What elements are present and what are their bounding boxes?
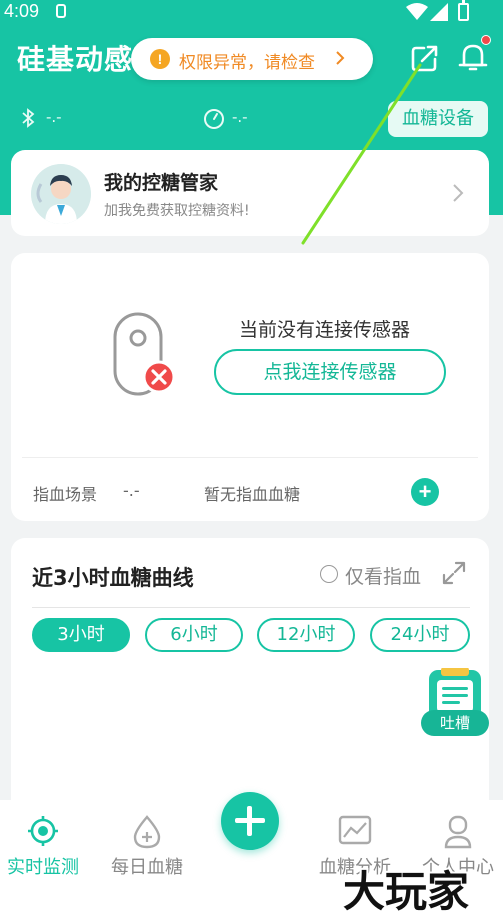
notification-dot	[481, 35, 491, 45]
timer-icon	[204, 109, 224, 129]
chevron-right-icon	[453, 184, 464, 202]
doctor-avatar	[31, 164, 91, 224]
manager-subtitle: 加我免费获取控糖资料!	[104, 203, 250, 219]
only-fingerstick-label[interactable]: 仅看指血	[345, 562, 421, 589]
blood-glucose-device-button[interactable]: 血糖设备	[388, 101, 488, 137]
sensor-card: 当前没有连接传感器 点我连接传感器 指血场景 -.- 暂无指血血糖 +	[11, 253, 489, 521]
battery-icon	[458, 0, 469, 21]
chart-icon	[338, 815, 372, 845]
fingerstick-scene-value: -.-	[123, 481, 140, 500]
no-fingerstick-text: 暂无指血血糖	[204, 485, 301, 504]
warning-icon: !	[150, 49, 170, 69]
only-fingerstick-radio[interactable]	[320, 565, 338, 583]
wifi-icon	[406, 3, 428, 20]
bluetooth-value: -.-	[46, 108, 62, 126]
feedback-label: 吐槽	[439, 714, 470, 732]
person-icon	[444, 815, 472, 849]
connect-sensor-button[interactable]: 点我连接传感器	[214, 349, 446, 395]
blood-drop-icon	[133, 815, 161, 849]
fingerstick-scene-label: 指血场景	[33, 485, 98, 504]
status-time: 4:09	[4, 1, 40, 21]
sim-icon	[56, 4, 66, 18]
manager-title: 我的控糖管家	[104, 172, 219, 194]
divider	[22, 457, 478, 458]
range-tab-6h[interactable]: 6小时	[145, 618, 243, 652]
curve-title: 近3小时血糖曲线	[32, 566, 194, 590]
divider	[32, 607, 470, 608]
nav-label: 每日血糖	[111, 857, 183, 878]
permission-alert-label: 权限异常，请检查	[179, 53, 315, 73]
crosshair-icon	[28, 816, 58, 846]
sensor-disconnected-icon	[113, 312, 176, 396]
app-title: 硅基动感	[17, 43, 134, 76]
bluetooth-icon	[22, 108, 35, 128]
range-tab-12h[interactable]: 12小时	[257, 618, 355, 652]
chevron-right-icon	[336, 51, 345, 65]
nav-label: 实时监测	[7, 857, 79, 878]
status-bar: 4:09	[0, 0, 503, 24]
no-sensor-message: 当前没有连接传感器	[239, 319, 411, 341]
range-tab-24h[interactable]: 24小时	[370, 618, 470, 652]
glucose-curve-card: 近3小时血糖曲线 仅看指血 3小时 6小时 12小时 24小时	[11, 538, 489, 828]
range-tab-3h[interactable]: 3小时	[32, 618, 130, 652]
watermark: 大玩家	[343, 867, 470, 916]
timer-value: -.-	[232, 108, 248, 126]
expand-icon[interactable]	[441, 560, 467, 586]
feedback-button[interactable]: 吐槽	[421, 667, 489, 738]
share-icon[interactable]	[410, 43, 440, 73]
glucose-manager-card[interactable]: 我的控糖管家 加我免费获取控糖资料!	[11, 150, 489, 236]
signal-icon	[430, 3, 448, 21]
bell-icon[interactable]	[458, 41, 488, 73]
add-record-button[interactable]	[221, 792, 279, 850]
add-fingerstick-button[interactable]: +	[411, 478, 439, 506]
permission-alert[interactable]: ! 权限异常，请检查	[131, 38, 373, 80]
